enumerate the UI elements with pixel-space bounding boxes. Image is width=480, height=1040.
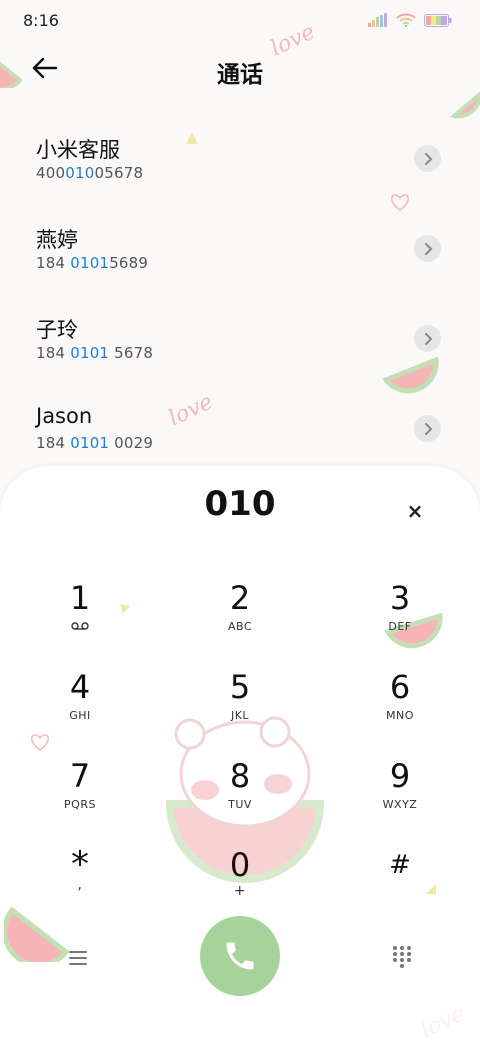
key-6[interactable]: 6 MNO [340,663,460,743]
contact-name: 子玲 [36,318,78,342]
key-digit: 2 [229,579,251,617]
key-letters: WXYZ [382,798,418,811]
status-bar: 8:16 [0,0,480,40]
dialpad-toggle-button[interactable] [390,944,414,968]
details-button[interactable] [414,415,441,442]
key-digit: 7 [69,757,91,795]
key-letters: TUV [228,798,252,811]
list-item[interactable]: 小米客服 40001005678 [0,110,480,200]
key-letters: JKL [230,709,250,722]
contact-number: 184 0101 5678 [36,344,154,362]
signal-icon [368,13,387,27]
contact-number: 40001005678 [36,164,144,182]
key-letters: PQRS [64,798,96,811]
list-item[interactable]: 燕婷 184 01015689 [0,200,480,290]
key-0[interactable]: 0 + [180,841,300,921]
key-digit: 6 [389,668,411,706]
status-time: 8:16 [23,11,59,30]
voicemail-icon [71,622,89,630]
contact-name: 燕婷 [36,228,78,252]
chevron-right-icon [424,242,432,255]
list-item[interactable]: 子玲 184 0101 5678 [0,290,480,380]
key-digit: 1 [69,579,91,617]
key-digit: 9 [389,757,411,795]
key-letters: ABC [227,620,253,633]
key-3[interactable]: 3 DEF [340,574,460,654]
key-digit: 4 [69,668,91,706]
list-item[interactable]: Jason 184 0101 0029 [0,380,480,470]
key-letters: + [233,883,247,899]
key-letters: MNO [386,709,414,722]
menu-icon [69,951,87,965]
key-digit: 0 [229,846,251,884]
key-4[interactable]: 4 GHI [20,663,140,743]
key-digit: 8 [229,757,251,795]
page-title: 通话 [217,62,263,88]
key-star[interactable]: * , [20,841,140,921]
key-5[interactable]: 5 JKL [180,663,300,743]
key-digit: 5 [229,668,251,706]
contact-number: 184 0101 0029 [36,434,154,452]
chevron-right-icon [424,152,432,165]
key-letters: DEF [388,620,412,633]
key-letters: GHI [69,709,91,722]
details-button[interactable] [414,235,441,262]
key-8[interactable]: 8 TUV [180,752,300,832]
status-icons [368,13,452,27]
call-button[interactable] [200,916,280,996]
header: 通话 [0,40,480,100]
key-digit: 3 [389,579,411,617]
battery-icon [424,13,452,27]
key-hash[interactable]: # [340,841,460,921]
phone-icon [226,942,254,970]
wifi-icon [396,13,416,27]
chevron-right-icon [424,422,432,435]
key-digit: # [389,850,411,880]
key-letters: , [77,877,83,893]
clear-button[interactable]: × [404,499,426,523]
details-button[interactable] [414,325,441,352]
contact-number: 184 01015689 [36,254,149,272]
contact-name: Jason [36,404,93,428]
dialer-bottom-bar [0,916,480,1006]
contact-name: 小米客服 [36,138,120,162]
chevron-right-icon [424,332,432,345]
details-button[interactable] [414,145,441,172]
key-9[interactable]: 9 WXYZ [340,752,460,832]
key-7[interactable]: 7 PQRS [20,752,140,832]
dial-pad-panel: 010 × 1 2 ABC 3 DEF 4 GHI 5 JKL 6 MNO 7 … [0,466,480,1040]
dialpad-grid-icon [393,946,411,968]
menu-button[interactable] [66,946,90,970]
key-2[interactable]: 2 ABC [180,574,300,654]
key-1[interactable]: 1 [20,574,140,654]
